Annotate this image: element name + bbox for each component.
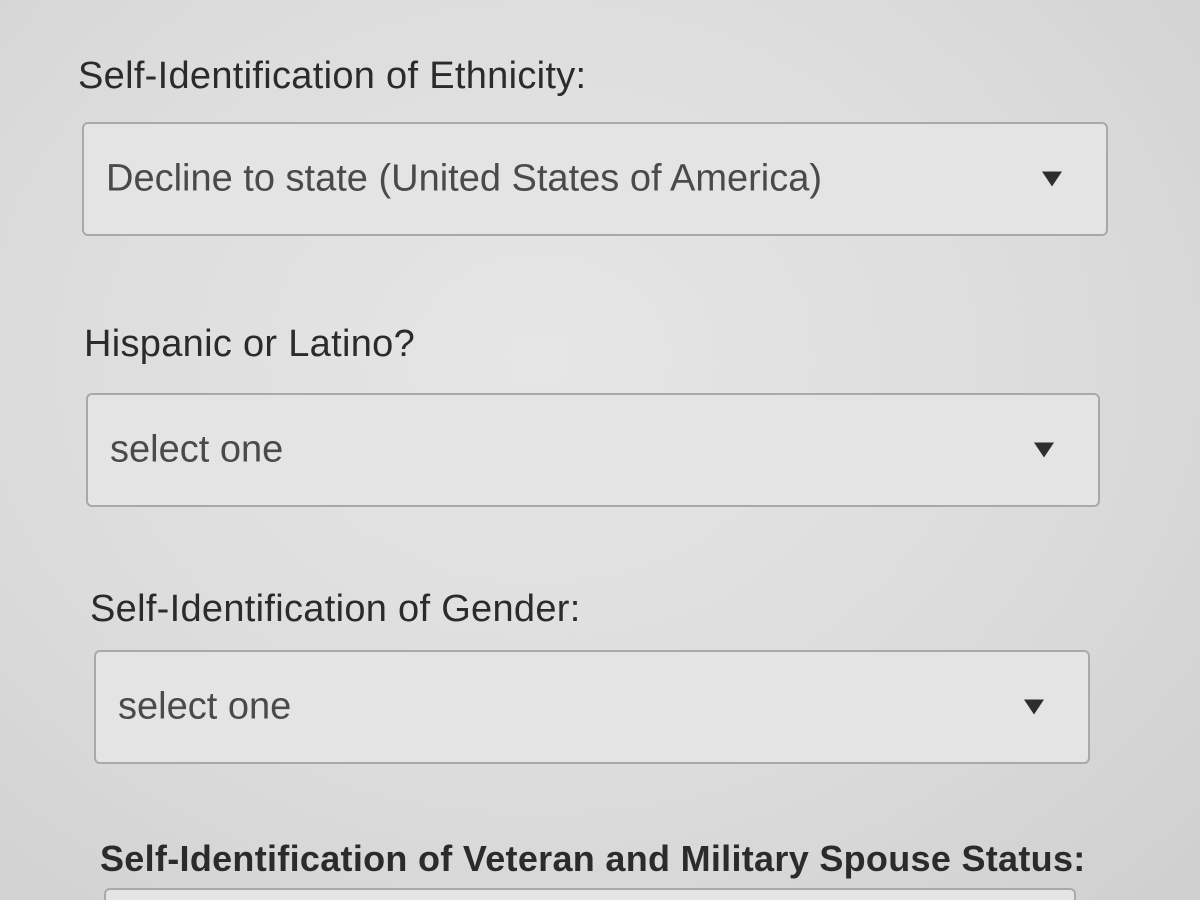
hispanic-latino-label: Hispanic or Latino? xyxy=(84,323,416,365)
dropdown-arrow-icon xyxy=(1024,699,1044,715)
veteran-status-select[interactable] xyxy=(104,888,1076,900)
ethnicity-label: Self-Identification of Ethnicity: xyxy=(78,55,587,97)
gender-select[interactable]: select one xyxy=(94,650,1090,764)
dropdown-arrow-icon xyxy=(1042,171,1062,187)
self-identification-form: Self-Identification of Ethnicity: Declin… xyxy=(0,0,1200,900)
veteran-status-label: Self-Identification of Veteran and Milit… xyxy=(100,838,1086,879)
hispanic-latino-select[interactable]: select one xyxy=(86,393,1100,507)
hispanic-latino-selected-value: select one xyxy=(110,428,284,471)
dropdown-arrow-icon xyxy=(1034,442,1054,458)
gender-label: Self-Identification of Gender: xyxy=(90,588,581,630)
ethnicity-select[interactable]: Decline to state (United States of Ameri… xyxy=(82,122,1108,236)
gender-selected-value: select one xyxy=(118,685,292,728)
ethnicity-selected-value: Decline to state (United States of Ameri… xyxy=(106,157,822,200)
